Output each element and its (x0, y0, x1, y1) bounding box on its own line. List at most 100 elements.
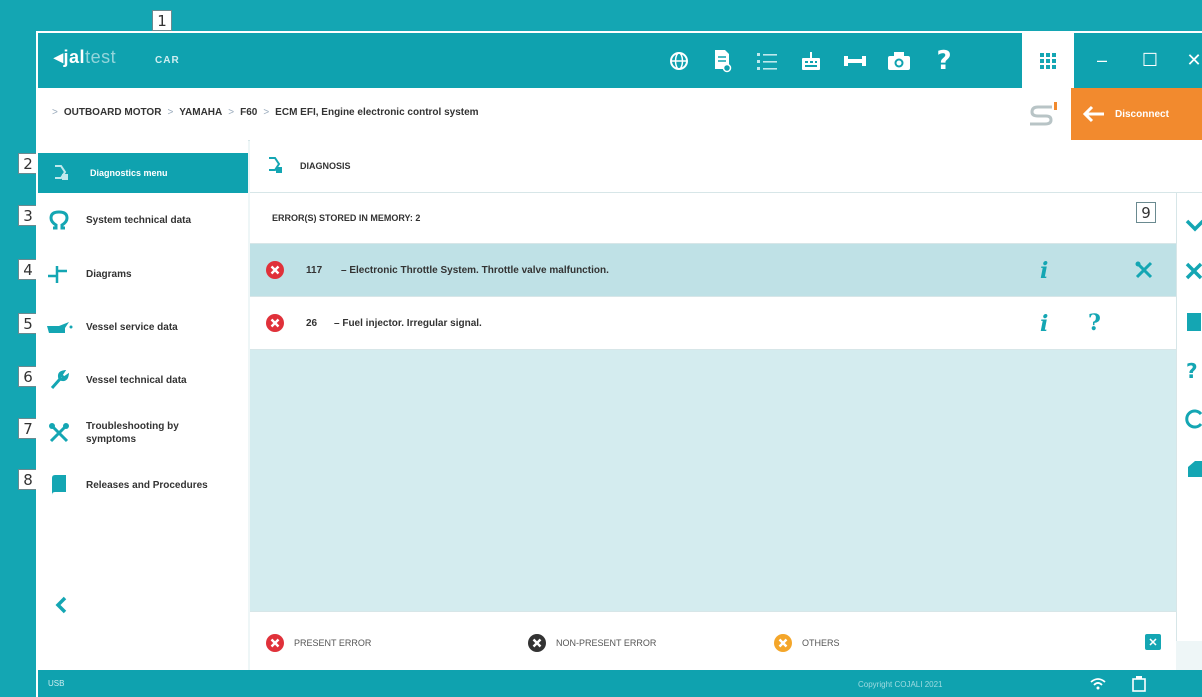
present-error-icon (266, 634, 284, 652)
callout-1: 1 (152, 10, 172, 31)
sidebar-item-troubleshooting[interactable]: Troubleshooting by symptoms (38, 413, 248, 453)
info-icon[interactable]: i (1040, 311, 1048, 337)
error-dash: – (334, 318, 340, 329)
error-legend: PRESENT ERROR NON-PRESENT ERROR OTHERS ✕ (250, 611, 1176, 671)
troubleshoot-icon[interactable] (1134, 260, 1154, 280)
sidebar: Diagnostics menu System technical data D… (38, 140, 248, 670)
error-row-26[interactable]: 26 – Fuel injector. Irregular signal. i … (250, 297, 1176, 350)
maximize-icon: ☐ (1141, 50, 1159, 70)
close-window-button[interactable]: ✕ (1174, 33, 1202, 88)
close-legend-button[interactable]: ✕ (1145, 634, 1161, 650)
legend-non-present-error: NON-PRESENT ERROR (528, 634, 656, 652)
sidebar-item-vessel-service-data[interactable]: Vessel service data (38, 307, 248, 347)
arrow-left-icon (1083, 105, 1104, 123)
present-error-icon (266, 261, 284, 279)
others-error-icon (774, 634, 792, 652)
camera-icon[interactable] (886, 48, 912, 74)
present-error-icon (266, 314, 284, 332)
keyboard-icon[interactable] (798, 48, 824, 74)
globe-icon[interactable] (666, 48, 692, 74)
svg-text:?: ? (1186, 359, 1198, 381)
help-glyph: ? (936, 46, 952, 76)
sidebar-item-label: Vessel service data (86, 321, 178, 333)
right-action-strip: ? (1176, 193, 1202, 641)
sidebar-item-label: Diagrams (86, 268, 132, 280)
sidebar-item-releases-procedures[interactable]: Releases and Procedures (38, 465, 248, 505)
legend-present-label: PRESENT ERROR (294, 638, 372, 648)
breadcrumb-item-f60[interactable]: F60 (240, 107, 257, 118)
breadcrumb-item-ecm: ECM EFI, Engine electronic control syste… (275, 107, 479, 118)
apps-button[interactable] (1022, 33, 1074, 88)
chevron-down-icon[interactable] (1185, 215, 1202, 237)
legend-non-present-label: NON-PRESENT ERROR (556, 638, 657, 648)
callout-6: 6 (18, 366, 38, 387)
callout-2: 2 (18, 153, 38, 174)
help-question-icon[interactable]: ? (1088, 310, 1101, 336)
info-icon[interactable]: i (1040, 258, 1048, 284)
module-label: CAR (155, 55, 180, 66)
chevron-left-icon[interactable] (54, 595, 70, 615)
sidebar-item-label: Releases and Procedures (86, 479, 208, 491)
diagnosis-title: DIAGNOSIS (300, 161, 351, 171)
diagnostics-icon (55, 165, 68, 180)
list-icon[interactable] (754, 48, 780, 74)
logo-dot-icon: ◂ (54, 47, 64, 67)
help-icon[interactable]: ? (1185, 359, 1202, 381)
breadcrumb: > OUTBOARD MOTOR > YAMAHA > F60 > ECM EFI, Engi… (46, 107, 479, 118)
sidebar-item-system-technical-data[interactable]: System technical data (38, 200, 248, 240)
close-icon: ✕ (1186, 50, 1202, 70)
error-row-117[interactable]: 117 – Electronic Throttle System. Thrott… (250, 244, 1176, 297)
dyno-icon[interactable] (842, 48, 868, 74)
error-description-text: Electronic Throttle System. Throttle val… (349, 265, 609, 276)
minimize-icon: – (1096, 50, 1107, 70)
errors-count-label: ERROR(S) STORED IN MEMORY: 2 (272, 213, 421, 223)
sidebar-item-label: Vessel technical data (86, 374, 187, 386)
breadcrumb-separator: > (263, 107, 270, 118)
signal-s-icon (1030, 102, 1057, 126)
disconnect-label: Disconnect (1115, 108, 1169, 120)
non-present-error-icon (528, 634, 546, 652)
copyright-text: Copyright COJALI 2021 (858, 680, 943, 689)
refresh-icon[interactable] (1185, 408, 1202, 430)
minimize-button[interactable]: – (1082, 33, 1122, 88)
wrench-icon (50, 370, 69, 389)
breadcrumb-item-outboard-motor[interactable]: OUTBOARD MOTOR (64, 107, 162, 118)
callout-8: 8 (18, 469, 38, 490)
diagram-icon (48, 266, 67, 283)
error-panel: ERROR(S) STORED IN MEMORY: 2 9 117 – Ele… (250, 193, 1176, 641)
help-icon[interactable]: ? (931, 46, 957, 76)
error-code: 26 (306, 318, 318, 329)
grid-icon (1040, 52, 1056, 69)
tools-icon (49, 423, 69, 443)
disconnect-button[interactable]: Disconnect (1071, 88, 1202, 140)
usb-status: USB (48, 679, 65, 688)
sidebar-item-vessel-technical-data[interactable]: Vessel technical data (38, 360, 248, 400)
callout-9: 9 (1136, 202, 1156, 223)
wifi-icon (1090, 678, 1106, 690)
delete-icon[interactable] (1185, 261, 1202, 283)
logo-main-text: jal (63, 47, 86, 67)
manual-icon[interactable] (1185, 311, 1202, 333)
oil-can-icon[interactable] (1185, 457, 1202, 479)
callout-7: 7 (18, 418, 38, 439)
error-dash: – (341, 265, 347, 276)
legend-present-error: PRESENT ERROR (266, 634, 371, 652)
breadcrumb-bar: > OUTBOARD MOTOR > YAMAHA > F60 > ECM EFI, Engi… (38, 88, 1202, 141)
maximize-button[interactable]: ☐ (1130, 33, 1170, 88)
breadcrumb-separator: > (228, 107, 235, 118)
sidebar-item-label: System technical data (86, 214, 192, 226)
error-description-text: Fuel injector. Irregular signal. (342, 318, 482, 329)
oil-can-icon (47, 322, 73, 333)
omega-icon (49, 210, 69, 230)
legend-others-label: OTHERS (802, 638, 840, 648)
sidebar-header-label: Diagnostics menu (90, 168, 168, 178)
error-description: – Fuel injector. Irregular signal. (334, 318, 482, 329)
breadcrumb-item-yamaha[interactable]: YAMAHA (179, 107, 222, 118)
document-search-icon[interactable] (709, 48, 735, 74)
sidebar-header-diagnostics-menu[interactable]: Diagnostics menu (38, 153, 248, 193)
callout-3: 3 (18, 205, 38, 226)
diagnosis-icon (269, 157, 282, 173)
jaltest-logo: ◂jaltest (54, 47, 116, 68)
callout-5: 5 (18, 313, 38, 334)
sidebar-item-diagrams[interactable]: Diagrams (38, 254, 248, 294)
